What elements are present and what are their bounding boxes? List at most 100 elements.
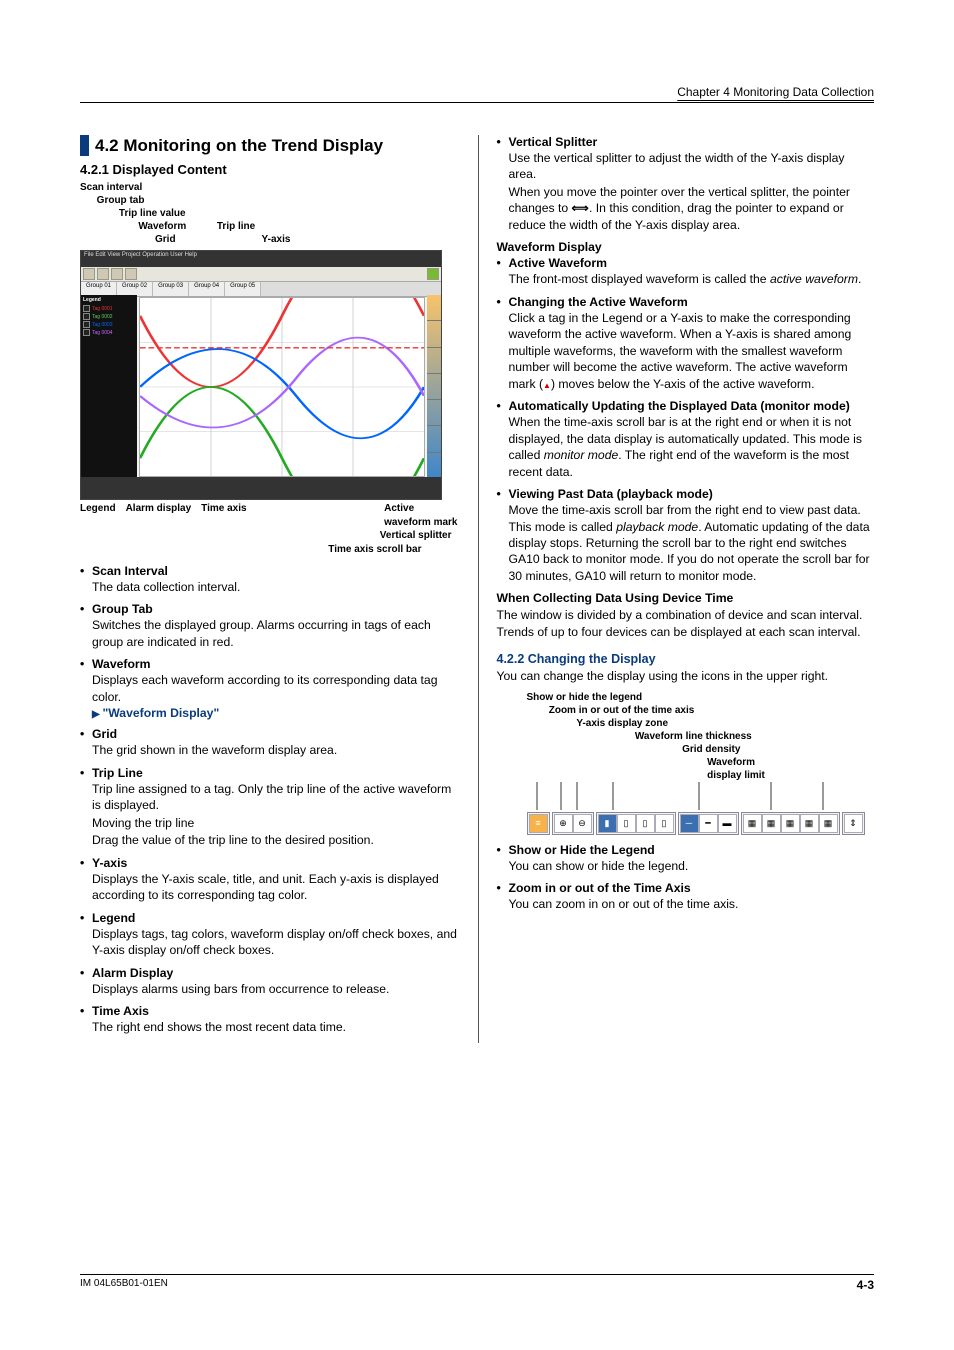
footer-page-number: 4-3	[857, 1278, 874, 1292]
fig-toolbar	[81, 267, 441, 282]
bullet-active-waveform: Active Waveform The front-most displayed…	[497, 256, 875, 287]
bt-alarm-display: Alarm Display	[80, 966, 458, 980]
yaxis-zone-2-icon[interactable]: ▯	[617, 814, 636, 833]
bd-vertical-splitter-1: Use the vertical splitter to adjust the …	[497, 150, 875, 183]
icon-toolbar-row: ≡ ⊕ ⊖ ▮ ▯ ▯ ▯ ─ ━ ▬	[527, 812, 875, 835]
ca-post: ) moves below the Y-axis of the active w…	[551, 377, 815, 391]
line-thick-icon[interactable]: ▬	[718, 814, 737, 833]
yaxis-zone-1-icon[interactable]: ▮	[598, 814, 617, 833]
annot-trip-line-value: Trip line value	[80, 207, 458, 220]
bt-waveform: Waveform	[80, 657, 458, 671]
running-head: Chapter 4 Monitoring Data Collection	[677, 85, 874, 101]
zoom-in-icon[interactable]: ⊕	[554, 814, 573, 833]
ia-wf-limit1: Waveform	[527, 756, 875, 769]
heading-waveform-display: Waveform Display	[497, 240, 875, 254]
page-footer: IM 04L65B01-01EN 4-3	[80, 1274, 874, 1292]
yaxis-zone-4-icon[interactable]: ▯	[655, 814, 674, 833]
body-device-time: The window is divided by a combination o…	[497, 607, 875, 640]
icon-toolbar-figure: Show or hide the legend Zoom in or out o…	[527, 691, 875, 835]
bd-time-axis: The right end shows the most recent data…	[80, 1019, 458, 1035]
bd-trip-line-drag: Drag the value of the trip line to the d…	[80, 832, 458, 848]
line-med-icon[interactable]: ━	[699, 814, 718, 833]
active-mark-icon: ▲	[543, 381, 551, 390]
trend-screenshot: File Edit View Project Operation User He…	[80, 250, 442, 500]
heading-device-time: When Collecting Data Using Device Time	[497, 591, 875, 605]
left-bullet-list: Scan Interval The data collection interv…	[80, 564, 458, 1036]
footer-doc-id: IM 04L65B01-01EN	[80, 1278, 168, 1292]
bt-monitor-mode: Automatically Updating the Displayed Dat…	[497, 399, 875, 413]
bt-time-axis: Time Axis	[80, 1004, 458, 1018]
annot-grid-yaxis: Grid Y-axis	[80, 233, 458, 246]
annot-waveform-tripline: Waveform Trip line	[80, 220, 458, 233]
ia-wf-limit2: display limit	[527, 769, 875, 782]
zoom-out-icon[interactable]: ⊖	[573, 814, 592, 833]
annot-time-axis: Time axis	[201, 502, 246, 529]
annot-scan-interval: Scan interval	[80, 181, 458, 194]
bd-vertical-splitter-2: When you move the pointer over the verti…	[497, 184, 875, 233]
bd-change-active: Click a tag in the Legend or a Y-axis to…	[497, 310, 875, 392]
xref-waveform-display[interactable]: "Waveform Display"	[80, 706, 458, 720]
bt-grid: Grid	[80, 727, 458, 741]
aw-post: .	[858, 272, 861, 286]
fig-legend: Legend Tag 0001 Tag 0002 Tag 0003 Tag 00…	[81, 295, 137, 479]
section-title: 4.2 Monitoring on the Trend Display	[80, 135, 458, 156]
annot-alarm-display: Alarm display	[126, 502, 192, 529]
icon-annotations: Show or hide the legend Zoom in or out o…	[527, 691, 875, 782]
resize-cursor-icon: ⟺	[572, 200, 589, 216]
figure-top-annotations: Scan interval Group tab Trip line value …	[80, 181, 458, 246]
ia-yaxis-zone: Y-axis display zone	[527, 717, 875, 730]
bullet-change-active: Changing the Active Waveform Click a tag…	[497, 295, 875, 392]
bd-alarm-display: Displays alarms using bars from occurren…	[80, 981, 458, 997]
bd-legend: Displays tags, tag colors, waveform disp…	[80, 926, 458, 959]
annotation-leader-lines	[527, 782, 875, 810]
fig-plot	[139, 297, 425, 477]
bt-playback-mode: Viewing Past Data (playback mode)	[497, 487, 875, 501]
bt-active-waveform: Active Waveform	[497, 256, 875, 270]
fig-statusbar	[81, 477, 441, 499]
bd-trip-line: Trip line assigned to a tag. Only the tr…	[80, 781, 458, 814]
fig-menubar: File Edit View Project Operation User He…	[81, 251, 441, 267]
annot-legend: Legend	[80, 502, 116, 529]
annot-vertical-splitter: Vertical splitter	[80, 529, 458, 543]
bd-monitor-mode: When the time-axis scroll bar is at the …	[497, 414, 875, 480]
grid-1-icon[interactable]: ▦	[743, 814, 762, 833]
line-thin-icon[interactable]: ─	[680, 814, 699, 833]
waveform-limit-icon[interactable]: ⇕	[844, 814, 863, 833]
bt-group-tab: Group Tab	[80, 602, 458, 616]
grid-2-icon[interactable]: ▦	[762, 814, 781, 833]
grid-4-icon[interactable]: ▦	[800, 814, 819, 833]
bd-show-legend: You can show or hide the legend.	[497, 858, 875, 874]
bd-trip-line-moving: Moving the trip line	[80, 815, 458, 831]
bt-scan-interval: Scan Interval	[80, 564, 458, 578]
bd-zoom-time: You can zoom in on or out of the time ax…	[497, 896, 875, 912]
annot-active-1: Active	[384, 503, 414, 514]
figure-bottom-annotations: Legend Alarm display Time axis Active wa…	[80, 502, 458, 556]
annot-group-tab: Group tab	[80, 194, 458, 207]
bullet-playback-mode: Viewing Past Data (playback mode) Move t…	[497, 487, 875, 584]
bd-active-waveform: The front-most displayed waveform is cal…	[497, 271, 875, 287]
section-title-text: 4.2 Monitoring on the Trend Display	[95, 135, 383, 156]
bt-legend: Legend	[80, 911, 458, 925]
bd-playback-mode: Move the time-axis scroll bar from the r…	[497, 502, 875, 584]
subsection-422: 4.2.2 Changing the Display	[497, 652, 875, 666]
bd-y-axis: Displays the Y-axis scale, title, and un…	[80, 871, 458, 904]
pm-em: playback mode	[616, 520, 698, 534]
section-accent-bar	[80, 135, 89, 156]
ia-grid-density: Grid density	[527, 743, 875, 756]
mm-em: monitor mode	[544, 448, 619, 462]
bt-zoom-time: Zoom in or out of the Time Axis	[497, 881, 875, 895]
bullet-vertical-splitter: Vertical Splitter Use the vertical split…	[497, 135, 875, 233]
ia-line-thickness: Waveform line thickness	[527, 730, 875, 743]
annot-active-2: waveform mark	[384, 517, 457, 528]
bt-show-legend: Show or Hide the Legend	[497, 843, 875, 857]
bt-y-axis: Y-axis	[80, 856, 458, 870]
header-rule	[80, 102, 874, 103]
bt-change-active: Changing the Active Waveform	[497, 295, 875, 309]
grid-5-icon[interactable]: ▦	[819, 814, 838, 833]
legend-toggle-icon[interactable]: ≡	[529, 814, 548, 833]
bt-trip-line: Trip Line	[80, 766, 458, 780]
annot-time-scrollbar: Time axis scroll bar	[80, 543, 458, 557]
grid-3-icon[interactable]: ▦	[781, 814, 800, 833]
fig-right-strip	[427, 295, 441, 479]
yaxis-zone-3-icon[interactable]: ▯	[636, 814, 655, 833]
